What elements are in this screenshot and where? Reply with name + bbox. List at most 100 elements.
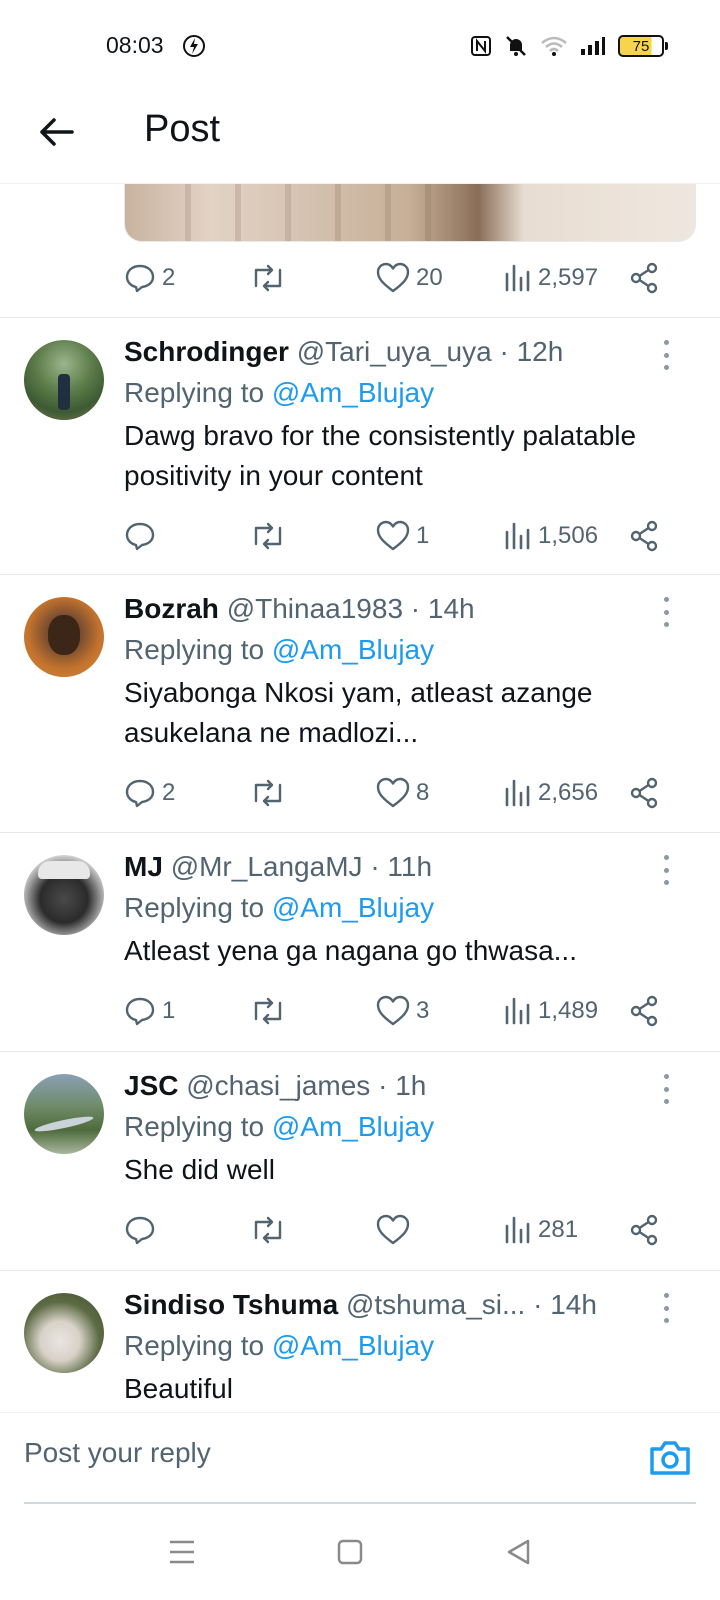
author-name[interactable]: Schrodinger <box>124 336 289 367</box>
reply-button[interactable]: 2 <box>124 258 175 298</box>
reply-icon <box>125 997 155 1026</box>
battery-icon: 75 <box>618 35 668 57</box>
like-icon <box>376 520 410 551</box>
retweet-button[interactable] <box>250 516 286 556</box>
post-media[interactable] <box>124 184 696 242</box>
replying-to: Replying to @Am_Blujay <box>124 1111 435 1142</box>
reply-feed[interactable]: 2 20 2,597 Schrodinger @Tari_uya_uya · 1… <box>0 184 720 1412</box>
reply-button[interactable] <box>124 516 156 556</box>
reply-item[interactable]: Sindiso Tshuma @tshuma_si... · 14h Reply… <box>0 1271 720 1412</box>
share-button[interactable] <box>628 258 660 298</box>
reply-composer: Post your reply <box>0 1412 720 1504</box>
share-icon <box>630 262 658 294</box>
views-count: 281 <box>538 1216 579 1243</box>
reply-button[interactable]: 2 <box>124 773 175 813</box>
back-button[interactable] <box>36 112 76 152</box>
home-square-icon <box>337 1539 363 1565</box>
charging-icon <box>183 35 205 57</box>
views-icon <box>505 1216 530 1244</box>
back-arrow-icon <box>40 118 74 146</box>
reply-icon <box>125 264 155 293</box>
more-icon[interactable] <box>656 1074 676 1104</box>
share-button[interactable] <box>628 516 660 556</box>
retweet-button[interactable] <box>250 258 286 298</box>
more-icon[interactable] <box>656 340 676 370</box>
reply-text: She did well <box>124 1154 275 1185</box>
retweet-button[interactable] <box>250 773 286 813</box>
more-icon[interactable] <box>656 855 676 885</box>
more-icon[interactable] <box>656 1293 676 1323</box>
author-handle[interactable]: @Mr_LangaMJ <box>171 851 363 882</box>
reply-input[interactable]: Post your reply <box>24 1437 211 1469</box>
reply-text: Dawg bravo for the consistently palatabl… <box>124 420 637 491</box>
avatar[interactable] <box>24 1074 104 1154</box>
avatar[interactable] <box>24 855 104 935</box>
avatar[interactable] <box>24 1293 104 1373</box>
post-time: · 14h <box>410 593 475 624</box>
author-name[interactable]: Sindiso Tshuma <box>124 1289 338 1320</box>
like-button[interactable]: 3 <box>376 991 429 1031</box>
reply-meta: Schrodinger @Tari_uya_uya · 12h <box>124 336 563 368</box>
share-button[interactable] <box>628 773 660 813</box>
like-button[interactable] <box>376 1210 410 1250</box>
views-icon <box>505 997 530 1025</box>
mention-link[interactable]: @Am_Blujay <box>272 1330 434 1361</box>
menu-icon <box>170 1540 194 1564</box>
author-name[interactable]: Bozrah <box>124 593 219 624</box>
reply-meta: MJ @Mr_LangaMJ · 11h <box>124 851 432 883</box>
reply-item[interactable]: Bozrah @Thinaa1983 · 14h Replying to @Am… <box>0 575 720 832</box>
author-handle[interactable]: @tshuma_si... <box>346 1289 525 1320</box>
views-icon <box>505 779 530 807</box>
back-triangle-icon <box>507 1539 530 1565</box>
views-button[interactable]: 281 <box>504 1210 578 1250</box>
reply-item[interactable]: MJ @Mr_LangaMJ · 11h Replying to @Am_Blu… <box>0 833 720 1051</box>
post-time: · 12h <box>499 336 564 367</box>
like-button[interactable]: 1 <box>376 516 429 556</box>
avatar[interactable] <box>24 340 104 420</box>
views-button[interactable]: 1,506 <box>504 516 598 556</box>
retweet-icon <box>254 1216 282 1244</box>
mute-icon <box>506 36 526 56</box>
more-icon[interactable] <box>656 597 676 627</box>
retweet-button[interactable] <box>250 991 286 1031</box>
views-button[interactable]: 2,597 <box>504 258 598 298</box>
like-icon <box>376 262 410 293</box>
home-button[interactable] <box>328 1530 372 1574</box>
reply-item[interactable]: Schrodinger @Tari_uya_uya · 12h Replying… <box>0 318 720 574</box>
reply-item[interactable]: JSC @chasi_james · 1h Replying to @Am_Bl… <box>0 1052 720 1270</box>
author-handle[interactable]: @Tari_uya_uya <box>297 336 492 367</box>
author-handle[interactable]: @Thinaa1983 <box>227 593 403 624</box>
app-header: Post <box>0 90 720 184</box>
views-icon <box>505 522 530 550</box>
like-button[interactable]: 8 <box>376 773 429 813</box>
like-icon <box>376 995 410 1026</box>
post-action-bar: 2 20 2,597 <box>124 258 696 298</box>
share-icon <box>630 995 658 1027</box>
reply-text: Atleast yena ga nagana go thwasa... <box>124 935 577 966</box>
reply-text: Beautiful <box>124 1373 233 1404</box>
mention-link[interactable]: @Am_Blujay <box>272 634 434 665</box>
mention-link[interactable]: @Am_Blujay <box>272 1111 434 1142</box>
views-button[interactable]: 1,489 <box>504 991 598 1031</box>
reply-button[interactable]: 1 <box>124 991 175 1031</box>
retweet-button[interactable] <box>250 1210 286 1250</box>
mention-link[interactable]: @Am_Blujay <box>272 892 434 923</box>
menu-button[interactable] <box>160 1530 204 1574</box>
share-button[interactable] <box>628 1210 660 1250</box>
like-count: 3 <box>416 997 430 1024</box>
like-button[interactable]: 20 <box>376 258 443 298</box>
avatar[interactable] <box>24 597 104 677</box>
share-button[interactable] <box>628 991 660 1031</box>
reply-meta: JSC @chasi_james · 1h <box>124 1070 426 1102</box>
camera-button[interactable] <box>648 1437 692 1477</box>
camera-icon <box>650 1441 690 1475</box>
like-icon <box>376 1214 410 1245</box>
share-icon <box>630 1214 658 1246</box>
author-name[interactable]: MJ <box>124 851 163 882</box>
author-name[interactable]: JSC <box>124 1070 178 1101</box>
views-button[interactable]: 2,656 <box>504 773 598 813</box>
author-handle[interactable]: @chasi_james <box>186 1070 370 1101</box>
reply-button[interactable] <box>124 1210 156 1250</box>
mention-link[interactable]: @Am_Blujay <box>272 377 434 408</box>
system-back-button[interactable] <box>496 1530 540 1574</box>
